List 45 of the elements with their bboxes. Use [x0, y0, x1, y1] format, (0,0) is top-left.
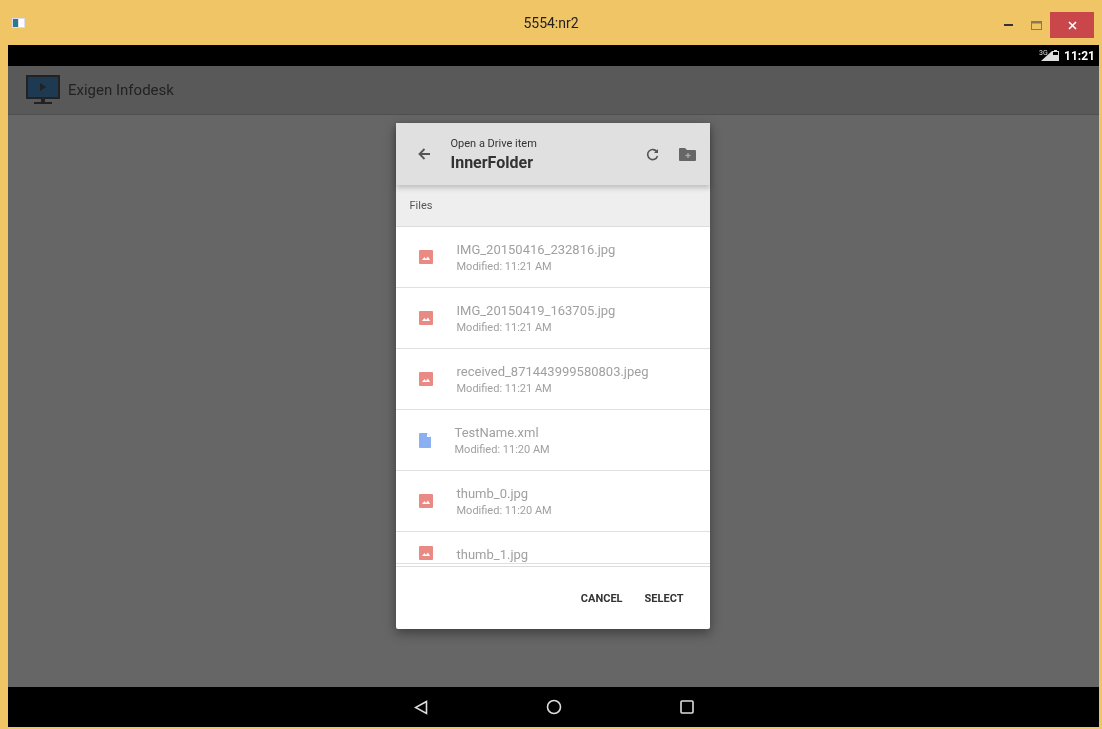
minimize-icon [1003, 24, 1013, 26]
file-name: thumb_0.jpg [456, 485, 530, 502]
dialog-button[interactable]: SELECT [638, 585, 690, 611]
file-name: IMG_20150416_232816.jpg [456, 241, 616, 258]
status-time: 11:21 [1064, 48, 1095, 63]
file-modified: Modified: 11:20 AM [456, 504, 552, 517]
battery-icon [1052, 50, 1060, 61]
signal-icon [1041, 50, 1053, 61]
file-modified: Modified: 11:20 AM [454, 443, 550, 456]
image-icon [418, 250, 433, 264]
close-icon [1067, 20, 1077, 30]
monitor-icon [26, 75, 60, 105]
file-name: IMG_20150419_163705.jpg [456, 302, 616, 319]
file-item[interactable]: received_871443999580803.jpeg Modified: 11:21 AM [395, 349, 710, 410]
file-modified: Modified: 11:21 AM [456, 321, 553, 334]
file-name: received_871443999580803.jpeg [456, 363, 649, 380]
dialog-subtitle: Open a Drive item [450, 136, 538, 150]
file-item[interactable]: IMG_20150419_163705.jpg Modified: 11:21 AM [395, 288, 710, 349]
app-title: Exigen Infodesk [68, 81, 174, 99]
file-modified: Modified: 11:21 AM [456, 260, 553, 273]
window-title: 5554:nr2 [523, 14, 579, 31]
file-modified: Modified: 11:21 AM [456, 382, 553, 395]
file-item[interactable]: IMG_20150416_232816.jpg Modified: 11:21 AM [395, 227, 710, 288]
file-name: TestName.xml [454, 424, 540, 441]
dialog-button[interactable]: CANCEL [574, 585, 629, 611]
new-folder-icon[interactable] [678, 147, 696, 161]
close-button[interactable] [1050, 12, 1094, 38]
image-icon [418, 546, 433, 560]
file-item[interactable]: TestName.xml Modified: 11:20 AM [395, 410, 710, 471]
refresh-icon[interactable] [645, 147, 659, 161]
section-header: Files [409, 199, 433, 212]
file-name: thumb_1.jpg [456, 546, 529, 563]
image-icon [418, 372, 433, 386]
document-icon [418, 432, 431, 448]
folder-title: InnerFolder [450, 152, 534, 172]
home-icon[interactable] [545, 699, 562, 715]
back-icon[interactable] [413, 699, 428, 715]
back-arrow-icon[interactable] [417, 148, 431, 160]
file-item[interactable]: thumb_1.jpg [395, 532, 710, 564]
image-icon [418, 311, 433, 325]
maximize-icon [1030, 20, 1042, 30]
recents-icon[interactable] [679, 700, 694, 714]
app-icon [12, 17, 25, 28]
file-item[interactable]: thumb_0.jpg Modified: 11:20 AM [395, 471, 710, 532]
image-icon [418, 494, 433, 508]
